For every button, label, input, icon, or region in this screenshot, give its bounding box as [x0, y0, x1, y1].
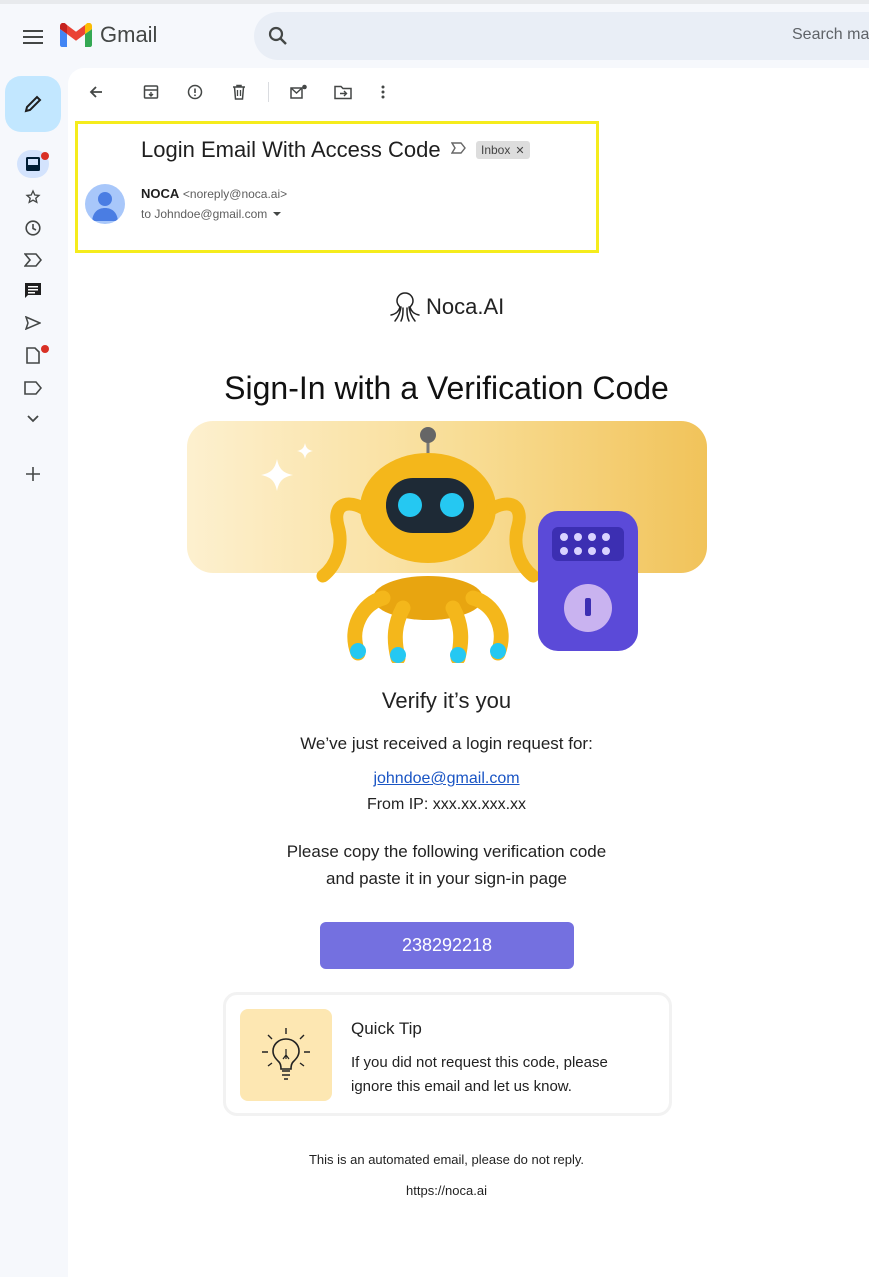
search-icon[interactable] — [266, 24, 290, 48]
inbox-label-text: Inbox — [481, 143, 511, 157]
search-input[interactable]: Search mail — [792, 26, 869, 44]
tip-text: If you did not request this code, please… — [351, 1054, 608, 1095]
gmail-wordmark: Gmail — [100, 22, 158, 47]
remove-label-icon[interactable]: ✕ — [515, 144, 524, 157]
instruction-line-1: Please copy the following verification c… — [286, 842, 607, 861]
search-bar[interactable]: Search mail — [254, 12, 869, 60]
left-rail — [0, 70, 68, 1277]
verification-code: 238292218 — [401, 935, 493, 955]
star-icon — [25, 189, 41, 204]
sender-avatar[interactable] — [85, 184, 125, 224]
gmail-m-logo-icon — [60, 23, 92, 47]
rail-chat[interactable] — [17, 277, 49, 305]
rail-sent[interactable] — [17, 309, 49, 337]
message-toolbar — [68, 68, 869, 116]
rail-more[interactable] — [17, 405, 49, 433]
rail-labels[interactable] — [17, 374, 49, 402]
plus-icon — [26, 467, 40, 481]
sender-name[interactable]: NOCA — [141, 186, 179, 201]
more-options-button[interactable] — [371, 80, 395, 104]
inbox-label-chip[interactable]: Inbox ✕ — [476, 141, 530, 159]
verification-code-box[interactable]: 238292218 — [320, 922, 574, 969]
sender-email: <noreply@noca.ai> — [182, 187, 288, 201]
default-person-icon — [92, 192, 118, 221]
important-icon — [24, 253, 42, 267]
recipient-text: to Johndoe@gmail.com — [141, 207, 268, 221]
footer-url[interactable]: https://noca.ai — [68, 1183, 825, 1198]
chevron-down-icon — [27, 415, 39, 423]
send-icon — [25, 316, 41, 330]
lightbulb-icon — [262, 1028, 310, 1080]
octopus-logo-icon — [390, 292, 420, 322]
message-view: Login Email With Access Code Inbox ✕ NOC… — [68, 68, 869, 1277]
instruction-line-2: and paste it in your sign-in page — [326, 869, 567, 888]
inbox-unread-badge — [41, 152, 49, 160]
rail-snoozed[interactable] — [17, 214, 49, 242]
verify-heading: Verify it’s you — [381, 688, 512, 713]
recipient-line[interactable]: to Johndoe@gmail.com — [141, 207, 283, 221]
email-subject: Login Email With Access Code — [141, 137, 441, 162]
mark-unread-button[interactable] — [287, 80, 311, 104]
ip-address-text: From IP: xxx.xx.xxx.xx — [366, 796, 527, 813]
report-spam-button[interactable] — [183, 80, 207, 104]
compose-button[interactable] — [5, 76, 61, 132]
importance-marker-icon[interactable] — [451, 142, 467, 154]
automated-email-note: This is an automated email, please do no… — [308, 1152, 585, 1167]
back-button[interactable] — [84, 80, 108, 104]
folder-move-icon — [334, 85, 352, 99]
move-to-button[interactable] — [331, 80, 355, 104]
archive-icon — [143, 85, 159, 99]
quick-tip-card: Quick Tip If you did not request this co… — [223, 992, 672, 1116]
drafts-unread-badge — [41, 345, 49, 353]
caret-down-icon[interactable] — [271, 210, 283, 218]
gmail-header: Gmail Search mail — [0, 0, 869, 70]
gmail-logo[interactable]: Gmail — [60, 22, 157, 48]
archive-button[interactable] — [139, 80, 163, 104]
brand-name: Noca.AI — [426, 294, 505, 319]
octopus-robot-illustration — [316, 427, 638, 663]
clock-icon — [25, 220, 41, 236]
report-spam-icon — [187, 84, 203, 100]
rail-starred[interactable] — [17, 183, 49, 211]
rail-add-label[interactable] — [17, 460, 49, 488]
pencil-icon — [24, 95, 42, 113]
trash-icon — [233, 84, 245, 100]
hamburger-menu-icon — [23, 30, 43, 44]
chat-icon — [25, 283, 41, 298]
sender-line: NOCA <noreply@noca.ai> — [141, 186, 287, 201]
inbox-icon — [26, 157, 40, 171]
rail-important[interactable] — [17, 246, 49, 274]
hero-title: Sign-In with a Verification Code — [224, 370, 669, 406]
account-email-link[interactable]: johndoe@gmail.com — [68, 770, 825, 788]
mark-unread-icon — [290, 84, 307, 99]
main-menu-button[interactable] — [14, 18, 52, 56]
noca-brand-logo: Noca.AI — [388, 290, 504, 324]
tip-title: Quick Tip — [351, 1019, 422, 1038]
more-vert-icon — [381, 85, 385, 99]
toolbar-divider — [268, 82, 269, 102]
draft-file-icon — [26, 346, 40, 364]
label-icon — [24, 381, 42, 395]
login-request-text: We’ve just received a login request for: — [300, 734, 593, 753]
back-arrow-icon — [89, 86, 102, 98]
tip-icon-box — [240, 1009, 332, 1101]
delete-button[interactable] — [227, 80, 251, 104]
